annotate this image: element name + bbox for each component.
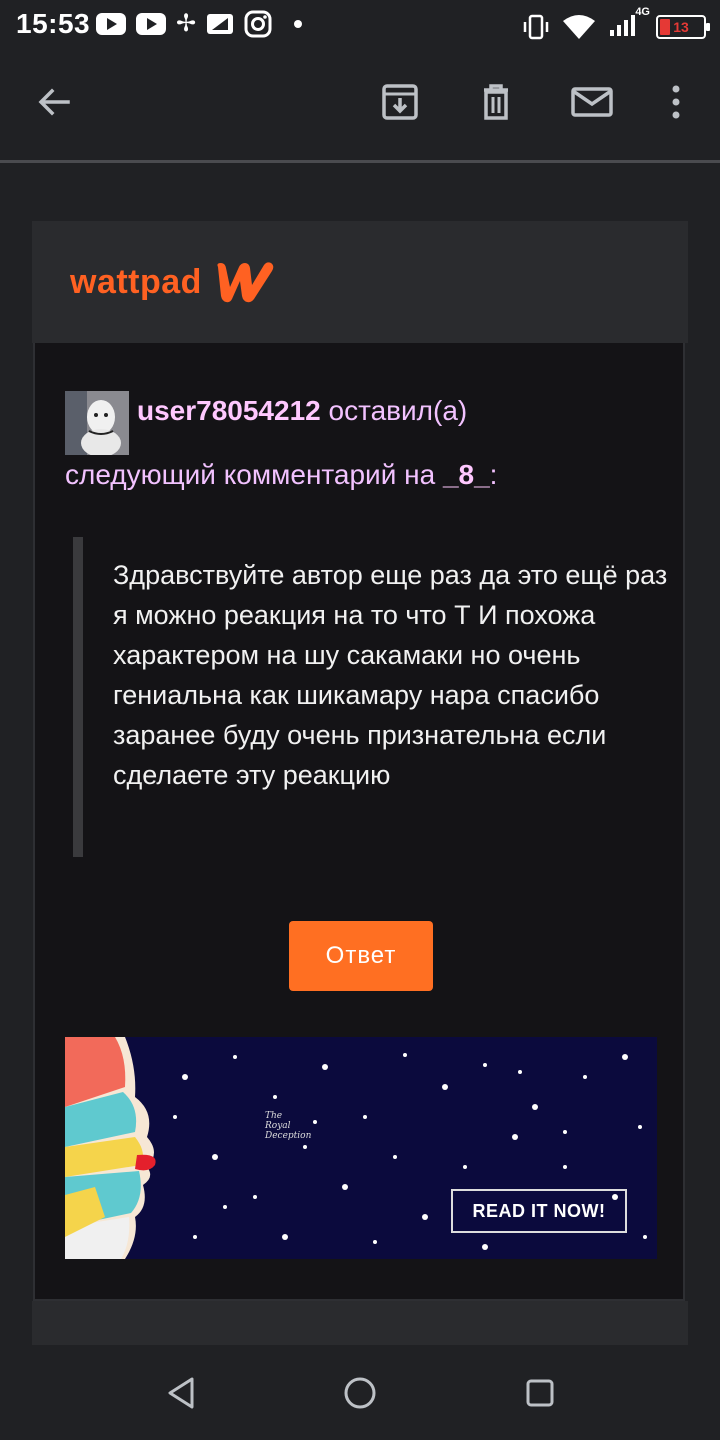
email-footer [32, 1301, 688, 1345]
top-app-bar [0, 50, 720, 163]
nav-back-button[interactable] [160, 1371, 204, 1415]
email-header: wattpad [32, 221, 688, 343]
comment-quote: Здравствуйте автор еще раз да это ещё ра… [73, 537, 667, 857]
action-text: оставил(а) [320, 395, 468, 426]
trash-icon [484, 84, 508, 120]
email-body: user78054212 оставил(а) следующий коммен… [33, 343, 685, 1301]
youtube-notification-icon-2 [136, 13, 166, 35]
wattpad-logo[interactable]: wattpad [70, 259, 278, 305]
comment-text: Здравствуйте автор еще раз да это ещё ра… [113, 560, 668, 790]
archive-icon [382, 84, 418, 120]
email-content: wattpad user78054212 оставил(а) следующи… [0, 163, 720, 1345]
battery-level: 13 [673, 18, 689, 35]
arrow-back-icon [38, 88, 70, 116]
comment-target-line: следующий комментарий на _8_: [65, 459, 497, 491]
reply-button[interactable]: Ответ [289, 921, 433, 991]
more-notifications-dot [294, 20, 303, 28]
triangle-back-icon [168, 1377, 194, 1409]
network-type: 4G [635, 6, 650, 18]
target-suffix: : [489, 459, 498, 490]
story-link[interactable]: _8_ [443, 459, 490, 490]
wattpad-w-icon [217, 262, 274, 303]
back-button[interactable] [30, 78, 78, 126]
delete-button[interactable] [472, 78, 520, 126]
instagram-icon [244, 10, 272, 38]
user-avatar-image [65, 391, 129, 455]
target-prefix: следующий комментарий на [65, 459, 443, 490]
more-options-button[interactable] [652, 78, 700, 126]
read-it-now-button[interactable]: READ IT NOW! [451, 1189, 627, 1233]
battery-icon: 13 [656, 14, 710, 39]
mark-unread-button[interactable] [568, 78, 616, 126]
comment-author-line: user78054212 оставил(а) [137, 395, 467, 427]
vibrate-icon [523, 14, 549, 39]
signal-box-icon [207, 14, 234, 34]
username-link[interactable]: user78054212 [137, 395, 321, 426]
status-bar: 15:53 ✢ 4G 13 [0, 0, 720, 50]
more-vert-icon [672, 85, 680, 119]
system-nav-bar [0, 1345, 720, 1440]
nav-recents-button[interactable] [518, 1371, 562, 1415]
wifi-icon [563, 14, 595, 39]
promo-banner[interactable]: The Royal Deception READ IT NOW! [65, 1037, 657, 1259]
banner-book-title: The Royal Deception [265, 1111, 312, 1141]
fan-icon: ✢ [176, 10, 197, 37]
avatar[interactable] [65, 391, 129, 455]
wattpad-wordmark: wattpad [70, 262, 202, 301]
youtube-notification-icon [96, 13, 126, 35]
status-time: 15:53 [16, 8, 91, 39]
square-recents-icon [526, 1379, 554, 1407]
archive-button[interactable] [376, 78, 424, 126]
circle-home-icon [344, 1377, 376, 1409]
nav-home-button[interactable] [338, 1371, 382, 1415]
mail-icon [571, 87, 613, 117]
